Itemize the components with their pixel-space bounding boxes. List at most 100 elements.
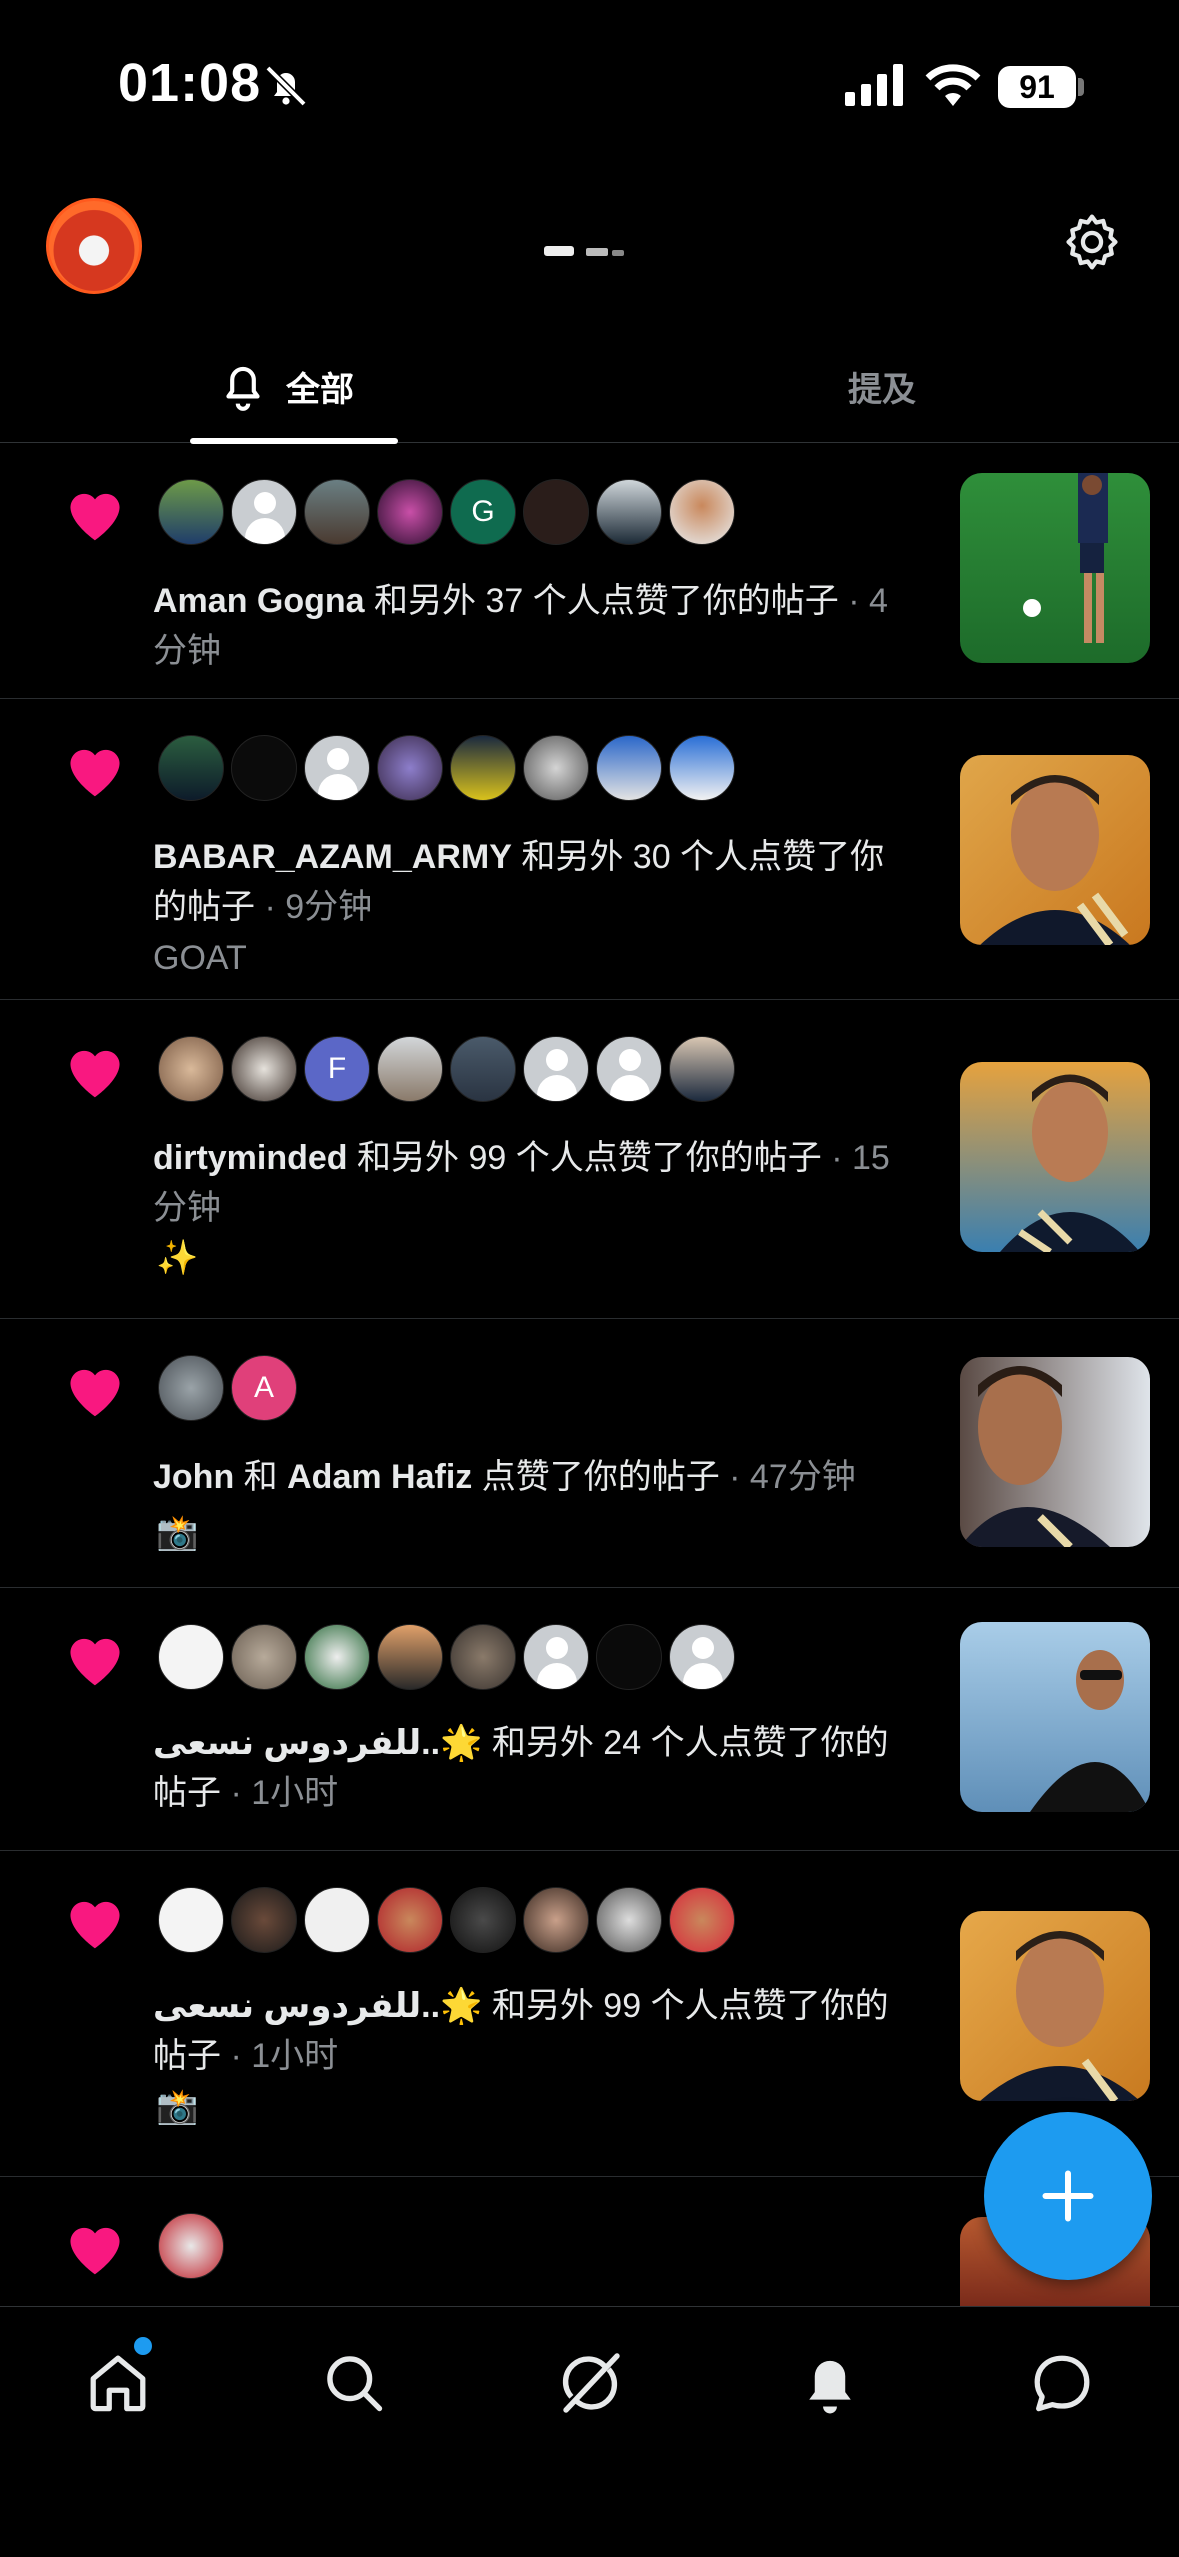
notification-tabs: 全部 提及 <box>0 330 1179 444</box>
avatar[interactable] <box>669 1624 735 1690</box>
avatar[interactable] <box>596 735 662 801</box>
avatar[interactable] <box>304 735 370 801</box>
compose-button[interactable] <box>984 2112 1152 2280</box>
timestamp: · 47分钟 <box>719 1458 856 1496</box>
avatar-letter: G <box>471 495 495 528</box>
post-thumbnail[interactable] <box>960 1357 1150 1547</box>
avatar[interactable] <box>377 1036 443 1102</box>
notification-text: للفردوس نسعى..🌟 和另外 99 个人点赞了你的帖子 · 1小时 <box>153 1981 893 2081</box>
avatar[interactable] <box>523 1887 589 1953</box>
user-name[interactable]: dirtyminded <box>153 1139 348 1177</box>
avatar[interactable] <box>158 1624 224 1690</box>
user-name[interactable]: BABAR_AZAM_ARMY <box>153 838 512 876</box>
tab-all-label: 全部 <box>286 370 354 409</box>
battery-tip <box>1078 78 1084 96</box>
notification-text: John 和 Adam Hafiz 点赞了你的帖子 · 47分钟 <box>153 1452 893 1502</box>
user-name[interactable]: للفردوس نسعى..🌟 <box>153 1724 482 1762</box>
nav-messages[interactable] <box>1022 2343 1102 2423</box>
heart-icon <box>70 1901 120 1949</box>
user-name[interactable]: John <box>153 1458 234 1496</box>
avatar[interactable] <box>231 735 297 801</box>
gear-icon[interactable] <box>1060 210 1124 274</box>
avatar[interactable] <box>158 1887 224 1953</box>
tab-all[interactable]: 全部 <box>218 330 354 442</box>
avatar-letter: A <box>253 1371 274 1404</box>
liker-avatars <box>158 735 742 801</box>
nav-notifications[interactable] <box>790 2343 870 2423</box>
avatar[interactable] <box>450 1036 516 1102</box>
avatar[interactable] <box>450 1624 516 1690</box>
nav-search[interactable] <box>314 2343 394 2423</box>
avatar[interactable] <box>231 479 297 545</box>
post-thumbnail[interactable] <box>960 1062 1150 1252</box>
user-name[interactable]: Adam Hafiz <box>287 1458 472 1496</box>
avatar[interactable] <box>450 735 516 801</box>
avatar[interactable] <box>450 1887 516 1953</box>
avatar[interactable] <box>669 1887 735 1953</box>
post-snippet: 📸 <box>156 2088 199 2126</box>
liker-avatars <box>158 1624 742 1690</box>
post-snippet: 📸 <box>156 1514 199 1552</box>
nav-home[interactable] <box>78 2343 158 2423</box>
avatar[interactable] <box>669 1036 735 1102</box>
avatar[interactable]: F <box>304 1036 370 1102</box>
avatar[interactable] <box>596 1036 662 1102</box>
avatar[interactable] <box>523 1624 589 1690</box>
avatar[interactable] <box>669 479 735 545</box>
post-thumbnail[interactable] <box>960 1911 1150 2101</box>
plus-icon <box>1042 2170 1094 2222</box>
heart-icon <box>70 1050 120 1098</box>
timestamp: · 1小时 <box>221 1774 339 1812</box>
bell-icon <box>809 2360 851 2414</box>
nav-grok[interactable] <box>550 2343 630 2423</box>
avatar[interactable] <box>523 479 589 545</box>
avatar[interactable]: A <box>231 1355 297 1421</box>
profile-avatar[interactable] <box>46 198 142 294</box>
avatar[interactable] <box>304 1624 370 1690</box>
top-header <box>0 190 1179 310</box>
avatar[interactable] <box>231 1887 297 1953</box>
avatar[interactable] <box>158 1036 224 1102</box>
header-logo <box>544 246 624 256</box>
post-thumbnail[interactable] <box>960 755 1150 945</box>
avatar[interactable] <box>377 1887 443 1953</box>
avatar[interactable] <box>596 1624 662 1690</box>
search-icon <box>327 2356 383 2412</box>
notification-item[interactable]: F dirtyminded 和另外 99 个人点赞了你的帖子 · 15分钟 ✨ <box>0 1000 1179 1319</box>
avatar[interactable] <box>304 479 370 545</box>
heart-icon <box>70 1369 120 1417</box>
avatar[interactable] <box>158 2213 224 2279</box>
avatar[interactable] <box>158 735 224 801</box>
post-thumbnail[interactable] <box>960 1622 1150 1812</box>
avatar[interactable] <box>231 1624 297 1690</box>
avatar[interactable] <box>304 1887 370 1953</box>
notification-item[interactable]: للفردوس نسعى..🌟 和另外 99 个人点赞了你的帖子 · 1小时 📸 <box>0 1851 1179 2177</box>
avatar[interactable] <box>231 1036 297 1102</box>
avatar[interactable] <box>523 735 589 801</box>
timestamp: · 1小时 <box>221 2037 339 2075</box>
avatar[interactable]: G <box>450 479 516 545</box>
notification-item[interactable]: A John 和 Adam Hafiz 点赞了你的帖子 · 47分钟 📸 <box>0 1319 1179 1588</box>
notification-item[interactable]: G Aman Gogna 和另外 37 个人点赞了你的帖子 · 4分钟 <box>0 443 1179 699</box>
post-thumbnail[interactable] <box>960 473 1150 663</box>
notification-feed: G Aman Gogna 和另外 37 个人点赞了你的帖子 · 4分钟 BABA… <box>0 443 1179 2307</box>
post-snippet: ✨ <box>156 1239 199 1277</box>
avatar[interactable] <box>158 1355 224 1421</box>
avatar[interactable] <box>596 1887 662 1953</box>
user-name[interactable]: Aman Gogna <box>153 582 365 620</box>
notification-text: dirtyminded 和另外 99 个人点赞了你的帖子 · 15分钟 <box>153 1133 893 1233</box>
avatar[interactable] <box>377 735 443 801</box>
avatar[interactable] <box>669 735 735 801</box>
avatar[interactable] <box>158 479 224 545</box>
avatar[interactable] <box>377 479 443 545</box>
timestamp: · 9分钟 <box>255 888 373 926</box>
tab-mentions[interactable]: 提及 <box>848 330 916 442</box>
signal-icon <box>845 64 903 106</box>
avatar[interactable] <box>377 1624 443 1690</box>
notification-item[interactable]: BABAR_AZAM_ARMY 和另外 30 个人点赞了你的帖子 · 9分钟 G… <box>0 699 1179 1000</box>
messages-icon <box>1034 2355 1090 2412</box>
user-name[interactable]: للفردوس نسعى..🌟 <box>153 1987 482 2025</box>
notification-item[interactable]: للفردوس نسعى..🌟 和另外 24 个人点赞了你的帖子 · 1小时 <box>0 1588 1179 1851</box>
avatar[interactable] <box>523 1036 589 1102</box>
avatar[interactable] <box>596 479 662 545</box>
